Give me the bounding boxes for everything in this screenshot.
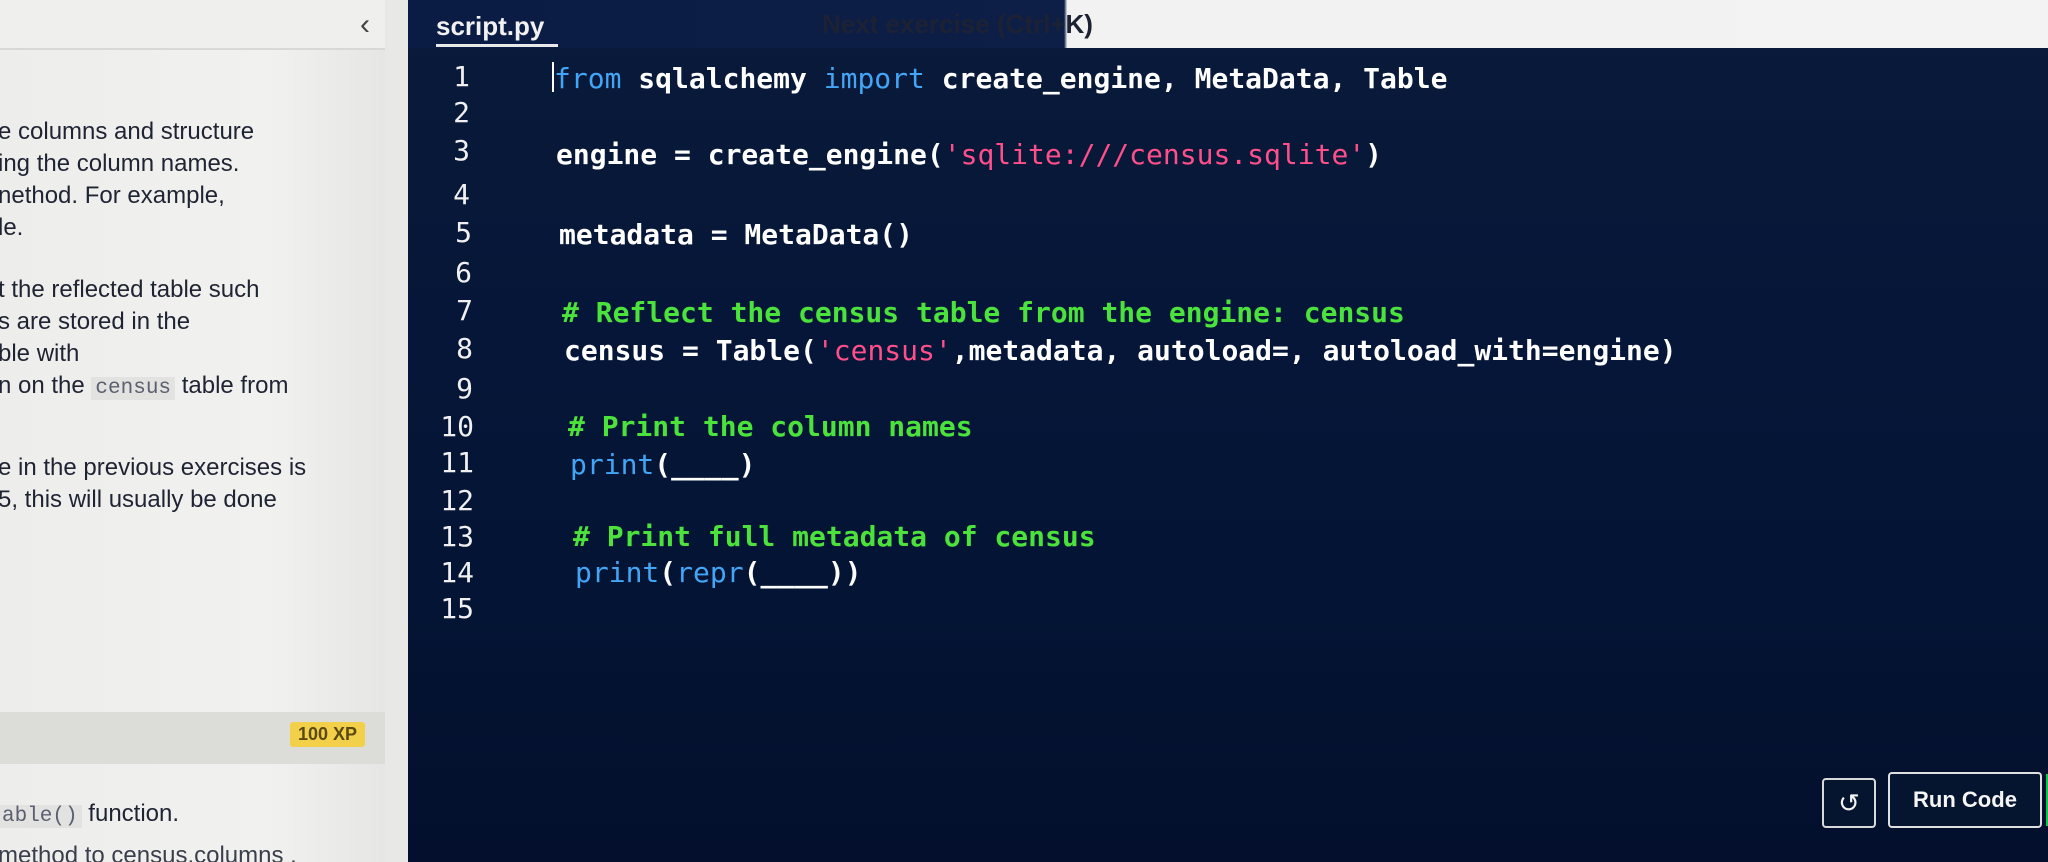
next-exercise-button[interactable]: Next exercise (Ctrl+K) xyxy=(810,6,1105,42)
reset-icon: ↺ xyxy=(1838,788,1860,818)
run-code-button[interactable]: Run Code xyxy=(1888,772,2048,828)
line-number: 2 xyxy=(453,96,470,129)
keyword-from: from xyxy=(554,62,622,95)
code-line-1[interactable]: from sqlalchemy import create_engine, Me… xyxy=(552,62,1447,95)
tab-script-py[interactable]: script.py xyxy=(436,6,544,46)
active-tab-indicator xyxy=(436,44,558,47)
line-number: 1 xyxy=(453,60,470,93)
task-text: function. xyxy=(88,800,180,827)
instructions-panel: ‹ e columns and structure ing the column… xyxy=(0,0,385,862)
builtin-repr: repr xyxy=(676,556,744,589)
code-line-11[interactable]: print(____) xyxy=(570,448,755,481)
string-literal: 'census' xyxy=(816,334,952,367)
line-number: 12 xyxy=(440,484,474,517)
context-text-line: le. xyxy=(0,214,24,241)
context-text: table from xyxy=(181,372,289,399)
line-number: 7 xyxy=(456,294,473,327)
line-number: 8 xyxy=(456,332,473,365)
context-text-line: s are stored in the xyxy=(0,308,191,335)
code-text: sqlalchemy xyxy=(621,62,824,95)
code-editor[interactable]: script.py Next exercise (Ctrl+K) 1 2 3 4… xyxy=(408,0,2048,862)
context-text: n on the xyxy=(0,372,85,399)
line-number: 15 xyxy=(440,592,474,625)
line-number: 11 xyxy=(440,446,474,479)
collapse-panel-icon[interactable]: ‹ xyxy=(350,8,380,42)
line-number: 6 xyxy=(455,256,472,289)
string-literal: 'sqlite:///census.sqlite' xyxy=(943,138,1366,171)
context-text-line: ing the column names. xyxy=(0,150,240,177)
code-text: engine = create_engine( xyxy=(556,138,944,171)
code-line-10-comment[interactable]: # Print the column names xyxy=(568,410,973,443)
line-number: 9 xyxy=(456,372,473,405)
builtin-print: print xyxy=(575,556,660,589)
task-line: able() function. xyxy=(0,800,179,828)
context-text-line: ble with xyxy=(0,340,80,367)
code-text: ) xyxy=(1365,138,1383,171)
line-number: 3 xyxy=(453,134,470,167)
inline-code-census: census xyxy=(91,377,176,400)
code-line-3[interactable]: engine = create_engine('sqlite:///census… xyxy=(556,138,1382,171)
code-line-14[interactable]: print(repr(____)) xyxy=(575,556,862,589)
instructions-topbar xyxy=(0,0,385,48)
task-inline-code: able() xyxy=(0,805,82,828)
code-line-7-comment[interactable]: # Reflect the census table from the engi… xyxy=(562,296,1405,329)
code-text: ,metadata, autoload=, autoload_with=engi… xyxy=(951,334,1677,367)
code-text: create_engine, MetaData, Table xyxy=(924,62,1448,95)
keyword-import: import xyxy=(823,62,925,95)
code-text: census = Table( xyxy=(564,334,817,367)
builtin-print: print xyxy=(570,448,655,481)
code-line-8[interactable]: census = Table('census',metadata, autolo… xyxy=(564,334,1677,367)
task-partial-line: method to census.columns . xyxy=(0,842,297,862)
code-line-13-comment[interactable]: # Print full metadata of census xyxy=(573,520,1096,553)
context-text-line: e in the previous exercises is xyxy=(0,454,307,481)
line-number: 13 xyxy=(440,520,474,553)
editor-tabbar xyxy=(408,0,2048,48)
xp-badge: 100 XP xyxy=(290,722,366,747)
reset-code-button[interactable]: ↺ xyxy=(1822,778,1876,828)
context-text-line: t the reflected table such xyxy=(0,276,260,303)
code-line-5[interactable]: metadata = MetaData() xyxy=(559,218,913,251)
line-number: 14 xyxy=(440,556,474,589)
code-text: (____)) xyxy=(743,556,862,589)
code-text: ( xyxy=(659,556,677,589)
line-number: 10 xyxy=(440,410,474,443)
divider xyxy=(0,48,385,50)
run-code-label: Run Code xyxy=(1913,787,2017,812)
context-text-line: e columns and structure xyxy=(0,118,255,145)
line-number: 5 xyxy=(455,216,472,249)
code-text: (____) xyxy=(654,448,756,481)
context-text-line: nethod. For example, xyxy=(0,182,225,209)
line-number: 4 xyxy=(453,178,470,211)
context-text-line: 5, this will usually be done xyxy=(0,486,277,513)
context-text-line-with-code: n on the census table from xyxy=(0,372,288,400)
